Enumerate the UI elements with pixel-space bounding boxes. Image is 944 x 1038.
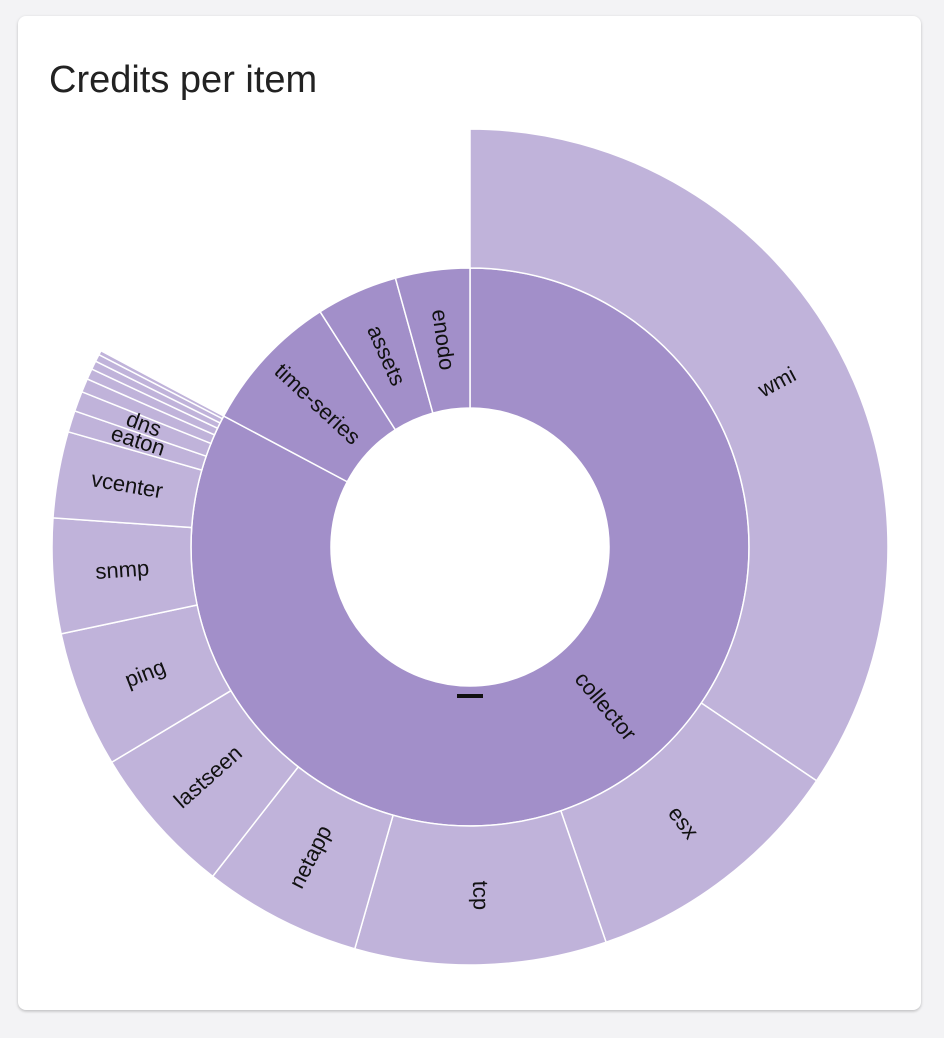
outer-label-tcp: tcp <box>468 880 494 910</box>
inner-ring <box>190 267 750 827</box>
sunburst-chart: collectorwmiesxtcpnetapplastseenpingsnmp… <box>51 128 889 966</box>
outer-ring <box>51 128 889 966</box>
outer-label-snmp: snmp <box>95 555 150 584</box>
center-dash <box>457 694 483 698</box>
